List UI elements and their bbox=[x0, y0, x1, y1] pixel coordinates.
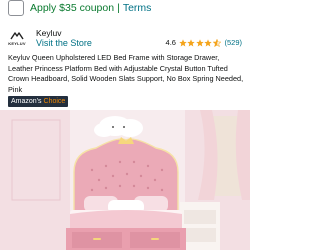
coupon-checkbox[interactable] bbox=[8, 0, 24, 16]
keyluv-logo-icon bbox=[10, 31, 24, 39]
window-curtain-right bbox=[198, 110, 250, 200]
coupon-row: Apply $35 coupon | Terms bbox=[0, 0, 250, 22]
visit-store-link[interactable]: Visit the Store bbox=[36, 38, 92, 49]
brand-info: Keyluv Visit the Store bbox=[36, 28, 92, 49]
bed-base bbox=[66, 228, 186, 250]
amazons-choice-badge: Amazon's Choice bbox=[8, 96, 69, 107]
star-icon bbox=[196, 38, 204, 46]
star-half-icon bbox=[212, 38, 221, 47]
brand-logo-text: KEYLUV bbox=[8, 40, 26, 46]
star-rating bbox=[179, 38, 222, 47]
rating-value: 4.6 bbox=[165, 38, 176, 47]
coupon-terms-link[interactable]: Terms bbox=[123, 2, 152, 14]
coupon-text: Apply $35 coupon bbox=[30, 2, 115, 14]
star-icon bbox=[187, 38, 196, 46]
brand-name: Keyluv bbox=[36, 27, 62, 38]
star-icon bbox=[204, 38, 213, 46]
product-image[interactable] bbox=[0, 110, 250, 250]
star-icon bbox=[179, 38, 187, 46]
coupon-separator: | bbox=[117, 2, 120, 14]
product-title: Keyluv Queen Upholstered LED Bed Frame w… bbox=[8, 53, 244, 94]
badge-label-2: Choice bbox=[43, 98, 66, 105]
badge-label-1: Amazon's bbox=[11, 98, 42, 105]
rating-summary[interactable]: 4.6 (529) bbox=[166, 38, 242, 47]
mattress bbox=[70, 210, 182, 230]
rating-count: (529) bbox=[224, 38, 242, 47]
brand-logo[interactable]: KEYLUV bbox=[6, 27, 28, 49]
